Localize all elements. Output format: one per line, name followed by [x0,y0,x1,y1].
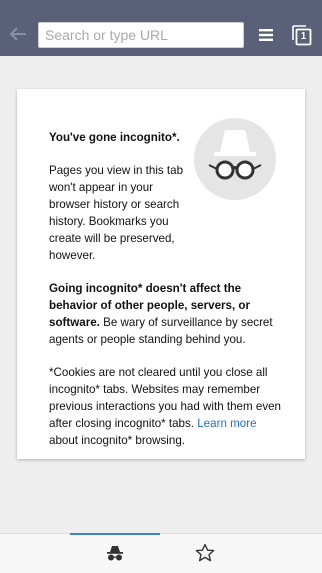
incognito-heading: You've gone incognito*. [49,131,180,144]
star-icon [195,543,215,562]
incognito-message: You've gone incognito*. Pages you view i… [49,129,281,465]
incognito-icon [107,546,123,561]
back-arrow-icon [9,27,26,41]
behavior-paragraph: Going incognito* doesn't affect the beha… [49,280,281,348]
selected-tab-indicator [70,533,160,535]
toolbar: 1 [0,0,322,56]
learn-more-link[interactable]: Learn more [197,417,256,430]
incognito-card: You've gone incognito*. Pages you view i… [17,89,305,459]
history-paragraph: Pages you view in this tab won't appear … [49,164,184,262]
cookies-text-end: about incognito* browsing. [49,434,185,447]
menu-button[interactable] [256,24,276,46]
tab-count: 1 [300,31,307,42]
menu-icon [259,29,273,41]
cookies-paragraph: *Cookies are not cleared until you close… [49,364,281,449]
search-input[interactable] [39,23,243,47]
back-button[interactable] [6,22,30,46]
url-bar[interactable] [38,22,244,48]
bottom-bar [0,533,322,573]
tab-bookmarks[interactable] [160,534,250,572]
tab-switcher-button[interactable]: 1 [290,22,314,48]
tab-incognito[interactable] [70,533,160,572]
